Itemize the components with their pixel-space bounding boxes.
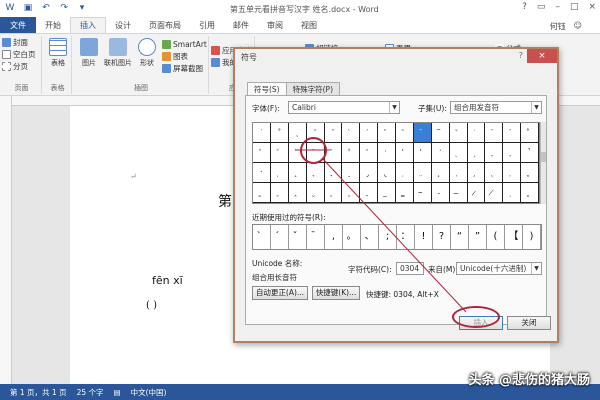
annotation-circle-insert [452, 306, 500, 328]
annotation-circle-symbol [300, 137, 327, 164]
watermark: 头条 @悲伤的猪大肠 [468, 373, 590, 388]
annotation-arrow-line [295, 149, 467, 313]
